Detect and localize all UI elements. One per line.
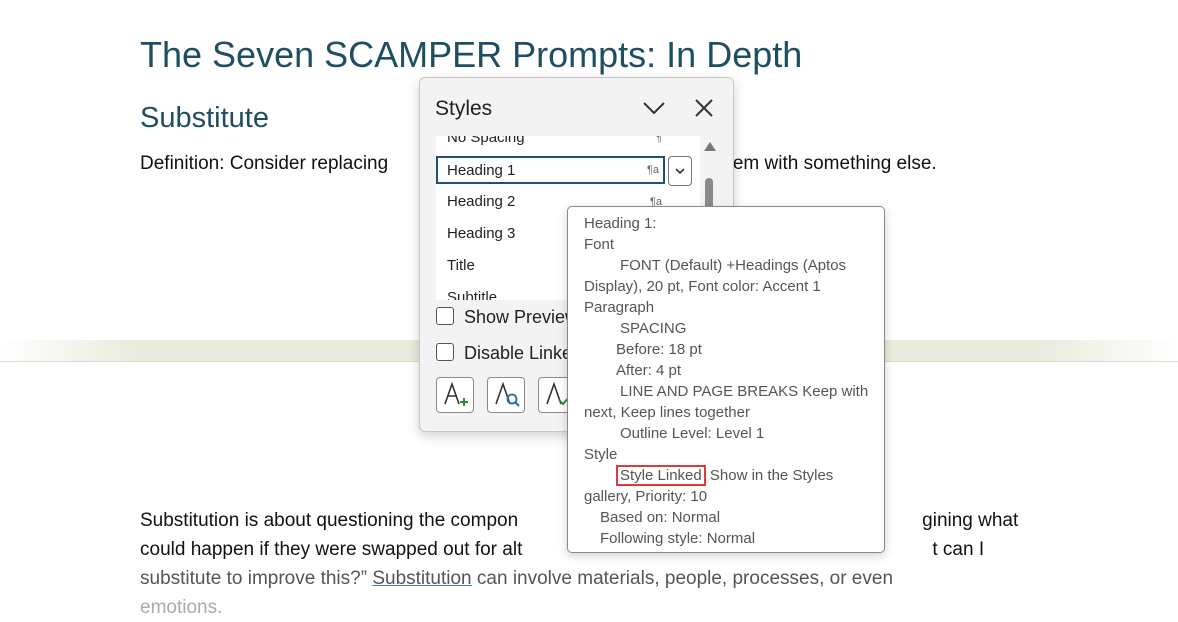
tooltip-line: Style Linked Show in the Styles: [584, 465, 884, 486]
chevron-down-icon: [675, 168, 685, 175]
disable-linked-label: Disable Linke: [464, 343, 573, 363]
style-item-label: Title: [447, 257, 475, 274]
tooltip-line: SPACING: [620, 320, 687, 337]
document-title: The Seven SCAMPER Prompts: In Depth: [140, 34, 803, 75]
definition-end: roblem with something else.: [701, 153, 937, 174]
new-style-button[interactable]: [436, 377, 474, 413]
tooltip-line: Style: [584, 446, 618, 463]
style-inspector-button[interactable]: [487, 377, 525, 413]
new-style-icon: [444, 381, 468, 406]
tooltip-line: Outline Level: Level 1: [620, 425, 765, 442]
body-line-1a: Substitution is about questioning the co…: [140, 510, 519, 531]
style-item-dropdown-button[interactable]: [668, 156, 692, 186]
style-item-no-spacing[interactable]: No Spacing ¶: [436, 136, 666, 152]
show-preview-label: Show Preview: [464, 307, 579, 327]
style-item-label: Heading 1: [447, 162, 516, 179]
disable-linked-styles-checkbox[interactable]: Disable Linke: [436, 343, 572, 364]
tooltip-line: After: 4 pt: [616, 362, 682, 379]
body-line-3a: substitute to improve this?”: [140, 568, 373, 589]
tooltip-line-continued: Show in the Styles: [709, 467, 834, 484]
show-preview-checkbox[interactable]: Show Preview: [436, 307, 578, 328]
styles-pane-title: Styles: [435, 97, 493, 120]
style-item-label: Heading 2: [447, 193, 516, 210]
style-item-label: Subtitle: [447, 289, 498, 300]
body-line-3c: can involve materials, people, processes…: [471, 568, 894, 589]
substitution-link[interactable]: Substitution: [372, 568, 471, 589]
tooltip-line: Heading 1:: [584, 215, 657, 232]
linked-style-icon: ¶a: [646, 164, 659, 176]
style-inspector-icon: [495, 381, 520, 407]
checkbox-box[interactable]: [436, 307, 454, 325]
definition-start: Definition: Consider replacing: [140, 153, 389, 174]
tooltip-line: Before: 18 pt: [616, 341, 702, 358]
body-line-1b: gining what: [922, 510, 1019, 531]
checkbox-box[interactable]: [436, 343, 454, 361]
tooltip-line: Following style: Normal: [600, 530, 756, 547]
tooltip-line: Paragraph: [584, 299, 655, 316]
tooltip-line: Based on: Normal: [600, 509, 721, 526]
tooltip-line: gallery, Priority: 10: [584, 488, 708, 505]
close-icon[interactable]: [692, 96, 716, 120]
tooltip-line: Font: [584, 236, 615, 253]
tooltip-line: Display), 20 pt, Font color: Accent 1: [584, 278, 821, 295]
tooltip-line: LINE AND PAGE BREAKS Keep with: [620, 383, 869, 400]
body-line-2b: t can I: [932, 539, 985, 560]
style-description-tooltip: Heading 1: Font FONT (Default) +Headings…: [567, 206, 885, 553]
section-heading: Substitute: [140, 102, 269, 134]
style-item-label: Heading 3: [447, 225, 516, 242]
body-line-2a: could happen if they were swapped out fo…: [140, 539, 523, 560]
tooltip-line: next, Keep lines together: [584, 404, 750, 421]
chevron-down-icon[interactable]: [642, 96, 666, 120]
paragraph-mark-icon: ¶: [656, 136, 662, 144]
style-item-heading-1[interactable]: Heading 1 ¶a: [436, 156, 665, 184]
body-line-4: emotions.: [140, 597, 223, 618]
tooltip-line: FONT (Default) +Headings (Aptos: [620, 257, 847, 274]
scroll-up-arrow-icon[interactable]: [704, 142, 716, 151]
style-item-label: No Spacing: [447, 136, 525, 146]
style-linked-highlight: Style Linked: [616, 465, 706, 486]
